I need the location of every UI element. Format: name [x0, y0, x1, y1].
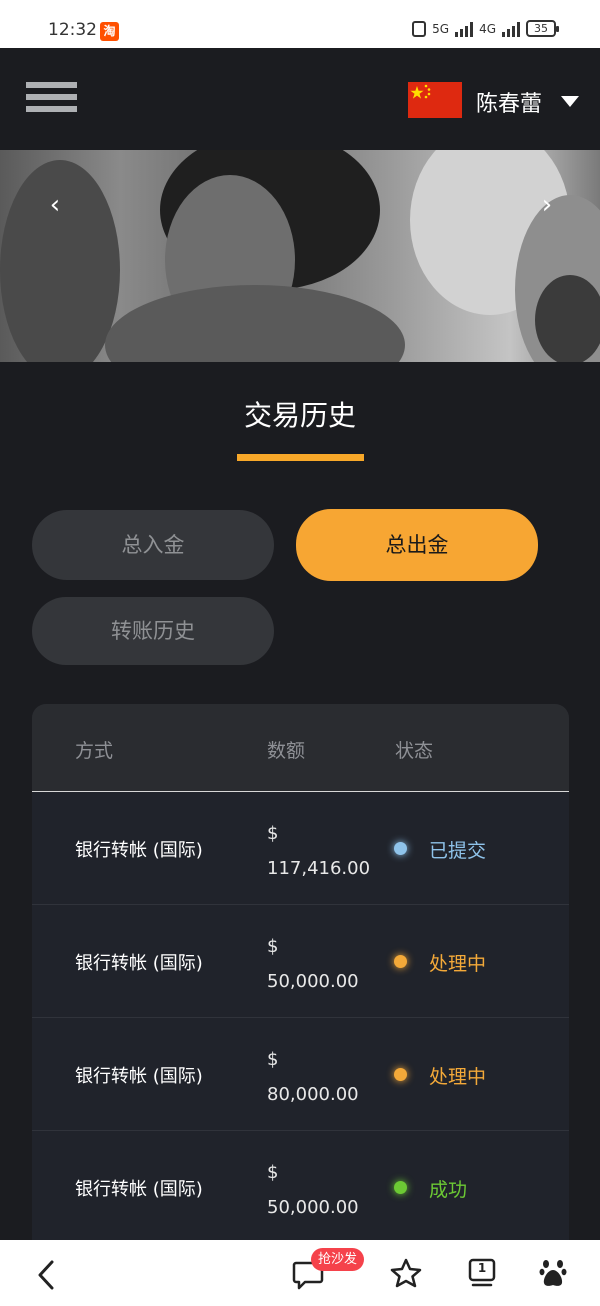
row-method: 银行转帐 (国际)	[75, 1066, 203, 1087]
signal-icon-2	[502, 21, 520, 37]
status-dot-icon	[394, 842, 407, 855]
row-amount: $ 50,000.00	[267, 929, 359, 999]
column-header-amount: 数额	[267, 740, 306, 762]
row-status: 已提交	[429, 840, 487, 862]
row-status: 成功	[429, 1179, 468, 1201]
vibrate-icon	[412, 20, 427, 37]
star-icon[interactable]	[390, 1258, 422, 1288]
row-amount-value: 117,416.00	[267, 858, 371, 879]
status-dot-icon	[394, 1181, 407, 1194]
status-dot-icon	[394, 955, 407, 968]
taobao-app-icon: 淘	[100, 22, 119, 41]
hero-banner: ‹ ›	[0, 150, 600, 362]
banner-prev-arrow[interactable]: ‹	[40, 190, 70, 220]
status-time: 12:32	[48, 20, 97, 40]
banner-photo	[0, 150, 600, 362]
menu-icon[interactable]	[26, 82, 77, 118]
row-amount: $ 117,416.00	[267, 816, 370, 886]
tab-total-withdrawal[interactable]: 总出金	[296, 509, 538, 581]
table-row[interactable]: 银行转帐 (国际) $ 50,000.00 处理中	[32, 905, 569, 1018]
row-currency: $	[267, 1162, 279, 1183]
row-status: 处理中	[429, 953, 487, 975]
table-row[interactable]: 银行转帐 (国际) $ 80,000.00 处理中	[32, 1018, 569, 1131]
tabs-icon[interactable]: 1	[467, 1258, 497, 1288]
row-currency: $	[267, 1049, 279, 1070]
row-amount-value: 80,000.00	[267, 1084, 359, 1105]
row-method: 银行转帐 (国际)	[75, 953, 203, 974]
tab-count: 1	[477, 1261, 487, 1275]
network-4g-label: 4G	[479, 21, 496, 36]
status-icons: 5G 4G 35	[412, 20, 559, 37]
browser-bottom-bar: 抢沙发 1	[0, 1240, 600, 1306]
chevron-down-icon[interactable]	[561, 96, 579, 107]
table-header: 方式 数额 状态	[32, 704, 569, 792]
row-currency: $	[267, 936, 279, 957]
status-dot-icon	[394, 1068, 407, 1081]
tab-total-deposit[interactable]: 总入金	[32, 510, 274, 580]
row-amount-value: 50,000.00	[267, 971, 359, 992]
transaction-table: 方式 数额 状态 银行转帐 (国际) $ 117,416.00 已提交 银行转帐…	[32, 704, 569, 1244]
row-amount-value: 50,000.00	[267, 1197, 359, 1218]
battery-icon: 35	[526, 20, 559, 37]
row-amount: $ 50,000.00	[267, 1155, 359, 1225]
title-underline	[237, 454, 364, 461]
row-currency: $	[267, 823, 279, 844]
table-row[interactable]: 银行转帐 (国际) $ 50,000.00 成功	[32, 1131, 569, 1244]
column-header-status: 状态	[395, 740, 434, 762]
row-status: 处理中	[429, 1066, 487, 1088]
row-method: 银行转帐 (国际)	[75, 840, 203, 861]
column-header-method: 方式	[75, 740, 114, 762]
comment-badge[interactable]: 抢沙发	[311, 1248, 365, 1271]
banner-next-arrow[interactable]: ›	[532, 190, 562, 220]
page-title: 交易历史	[243, 399, 356, 432]
table-row[interactable]: 银行转帐 (国际) $ 117,416.00 已提交	[32, 792, 569, 905]
row-amount: $ 80,000.00	[267, 1042, 359, 1112]
china-flag-icon[interactable]	[408, 82, 462, 118]
baidu-paw-icon[interactable]	[539, 1258, 567, 1288]
tab-transfer-history[interactable]: 转账历史	[32, 597, 274, 665]
network-5g-label: 5G	[432, 21, 450, 36]
app-header: 陈春蕾	[0, 48, 600, 150]
back-icon[interactable]	[36, 1260, 56, 1290]
status-bar: 12:32 淘 5G 4G 35	[0, 0, 600, 48]
user-name[interactable]: 陈春蕾	[476, 86, 542, 118]
row-method: 银行转帐 (国际)	[75, 1179, 203, 1200]
signal-icon	[455, 21, 474, 37]
